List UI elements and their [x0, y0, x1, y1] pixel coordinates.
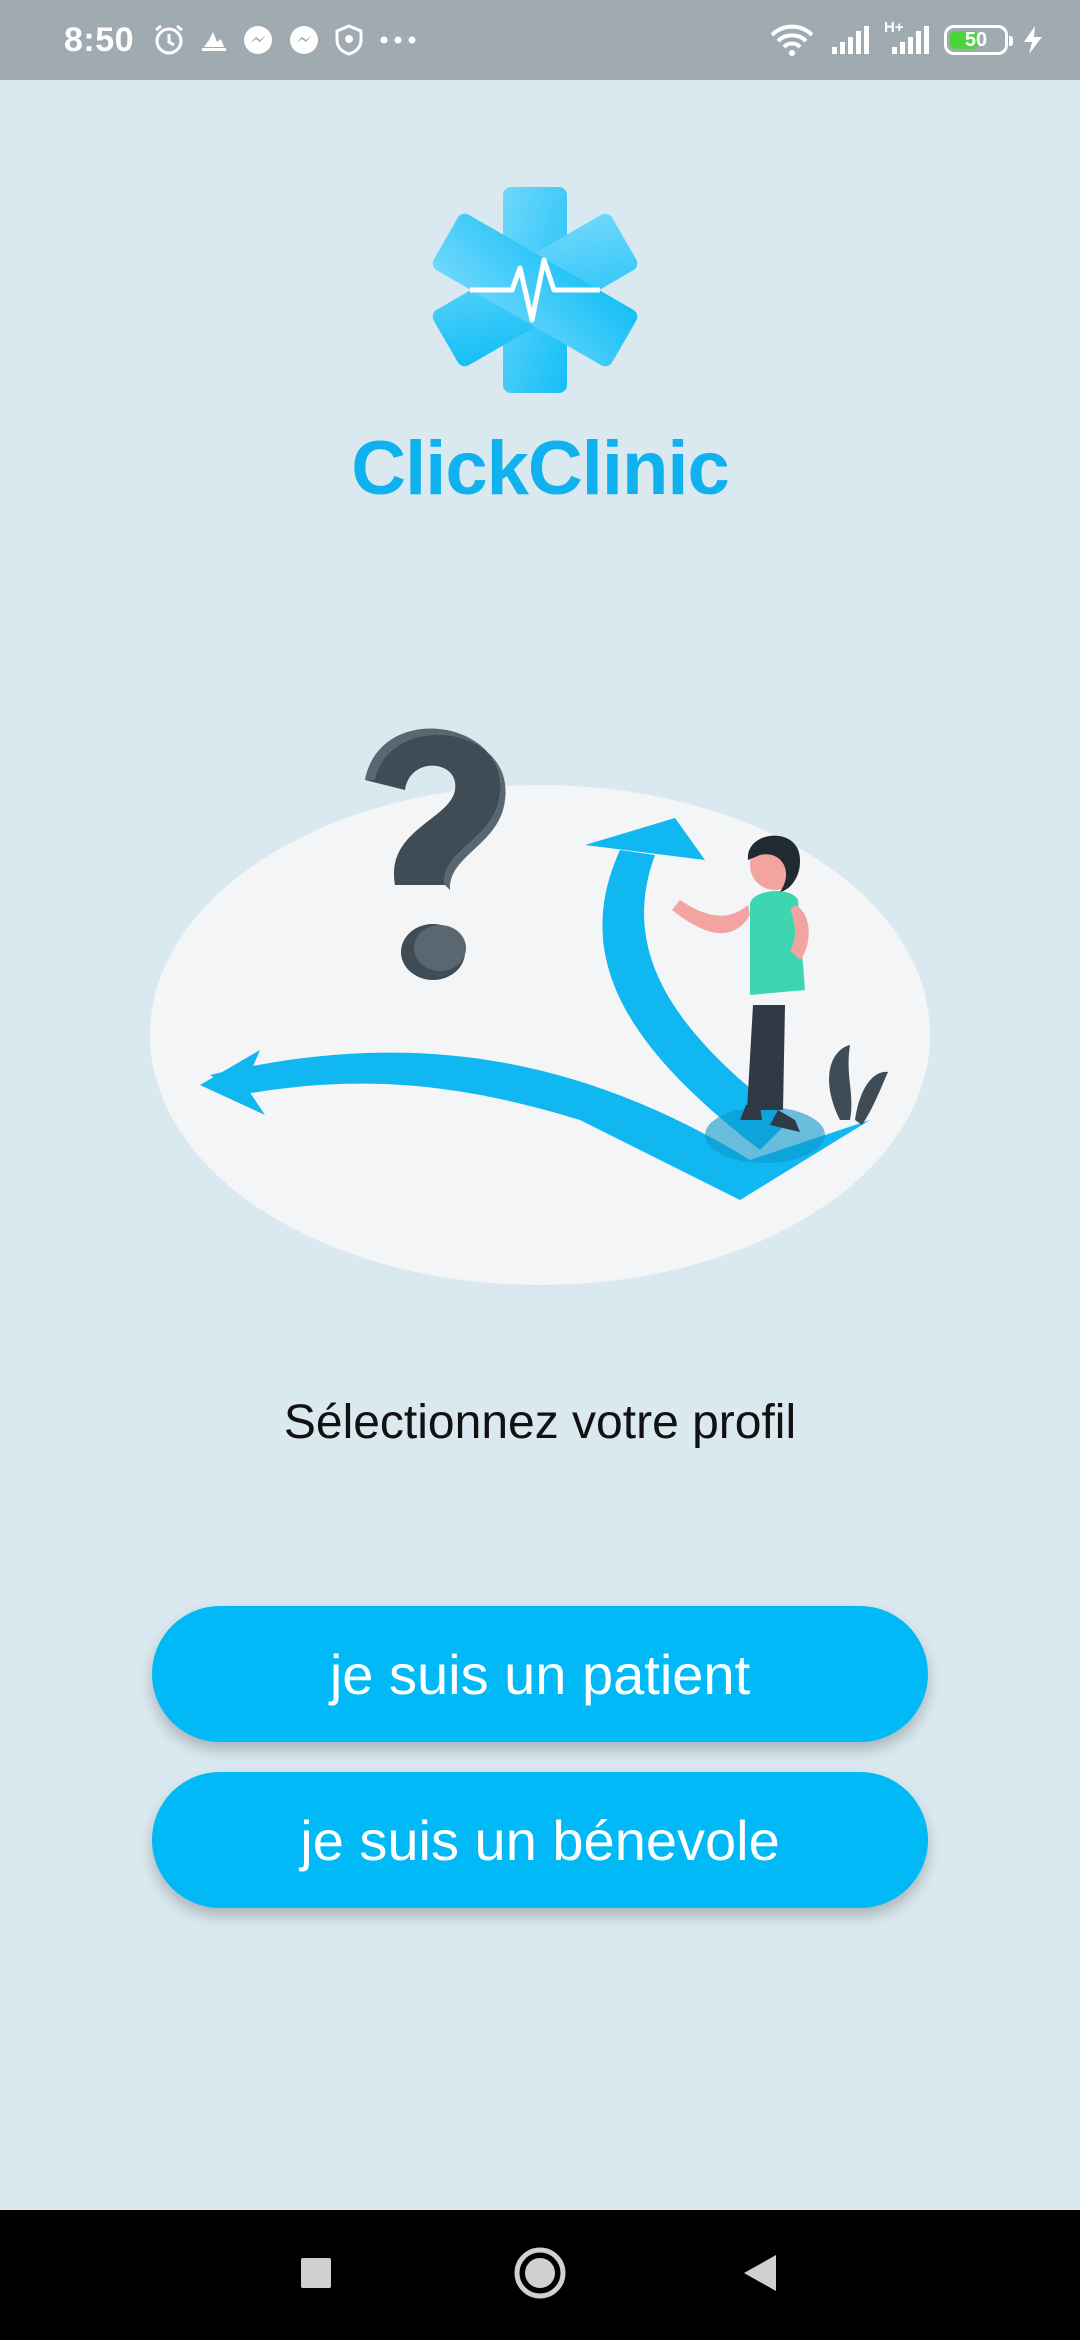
wifi-icon: [768, 23, 816, 57]
alarm-icon: [152, 23, 186, 57]
more-icon: [378, 35, 418, 45]
app-name: ClickClinic: [351, 426, 730, 511]
navigation-bar: [0, 2210, 1080, 2340]
home-button[interactable]: [480, 2210, 600, 2340]
patient-button[interactable]: je suis un patient: [152, 1606, 928, 1742]
circle-icon: [513, 2246, 567, 2305]
back-triangle-icon: [742, 2253, 778, 2298]
status-bar: 8:50 H+ 50: [0, 0, 1080, 80]
medical-star-icon: [430, 185, 640, 395]
shield-icon: [334, 24, 364, 56]
charging-icon: [1022, 25, 1044, 55]
signal-icon: [830, 25, 870, 55]
decision-crossroads-illustration: [150, 700, 930, 1300]
notification-icons: [152, 23, 418, 57]
status-time: 8:50: [64, 20, 135, 59]
battery-icon: 50: [944, 25, 1013, 55]
network-label: H+: [884, 19, 904, 36]
signal-hplus-icon: H+: [884, 19, 930, 55]
cloud-icon: [200, 27, 228, 53]
messenger-icon: [288, 24, 320, 56]
battery-level: 50: [964, 28, 988, 51]
system-icons: H+ 50: [768, 19, 1044, 57]
volunteer-button[interactable]: je suis un bénevole: [152, 1772, 928, 1908]
square-icon: [299, 2256, 333, 2295]
recents-button[interactable]: [256, 2210, 376, 2340]
profile-prompt: Sélectionnez votre profil: [283, 1396, 797, 1449]
back-button[interactable]: [700, 2210, 820, 2340]
messenger-icon: [242, 24, 274, 56]
